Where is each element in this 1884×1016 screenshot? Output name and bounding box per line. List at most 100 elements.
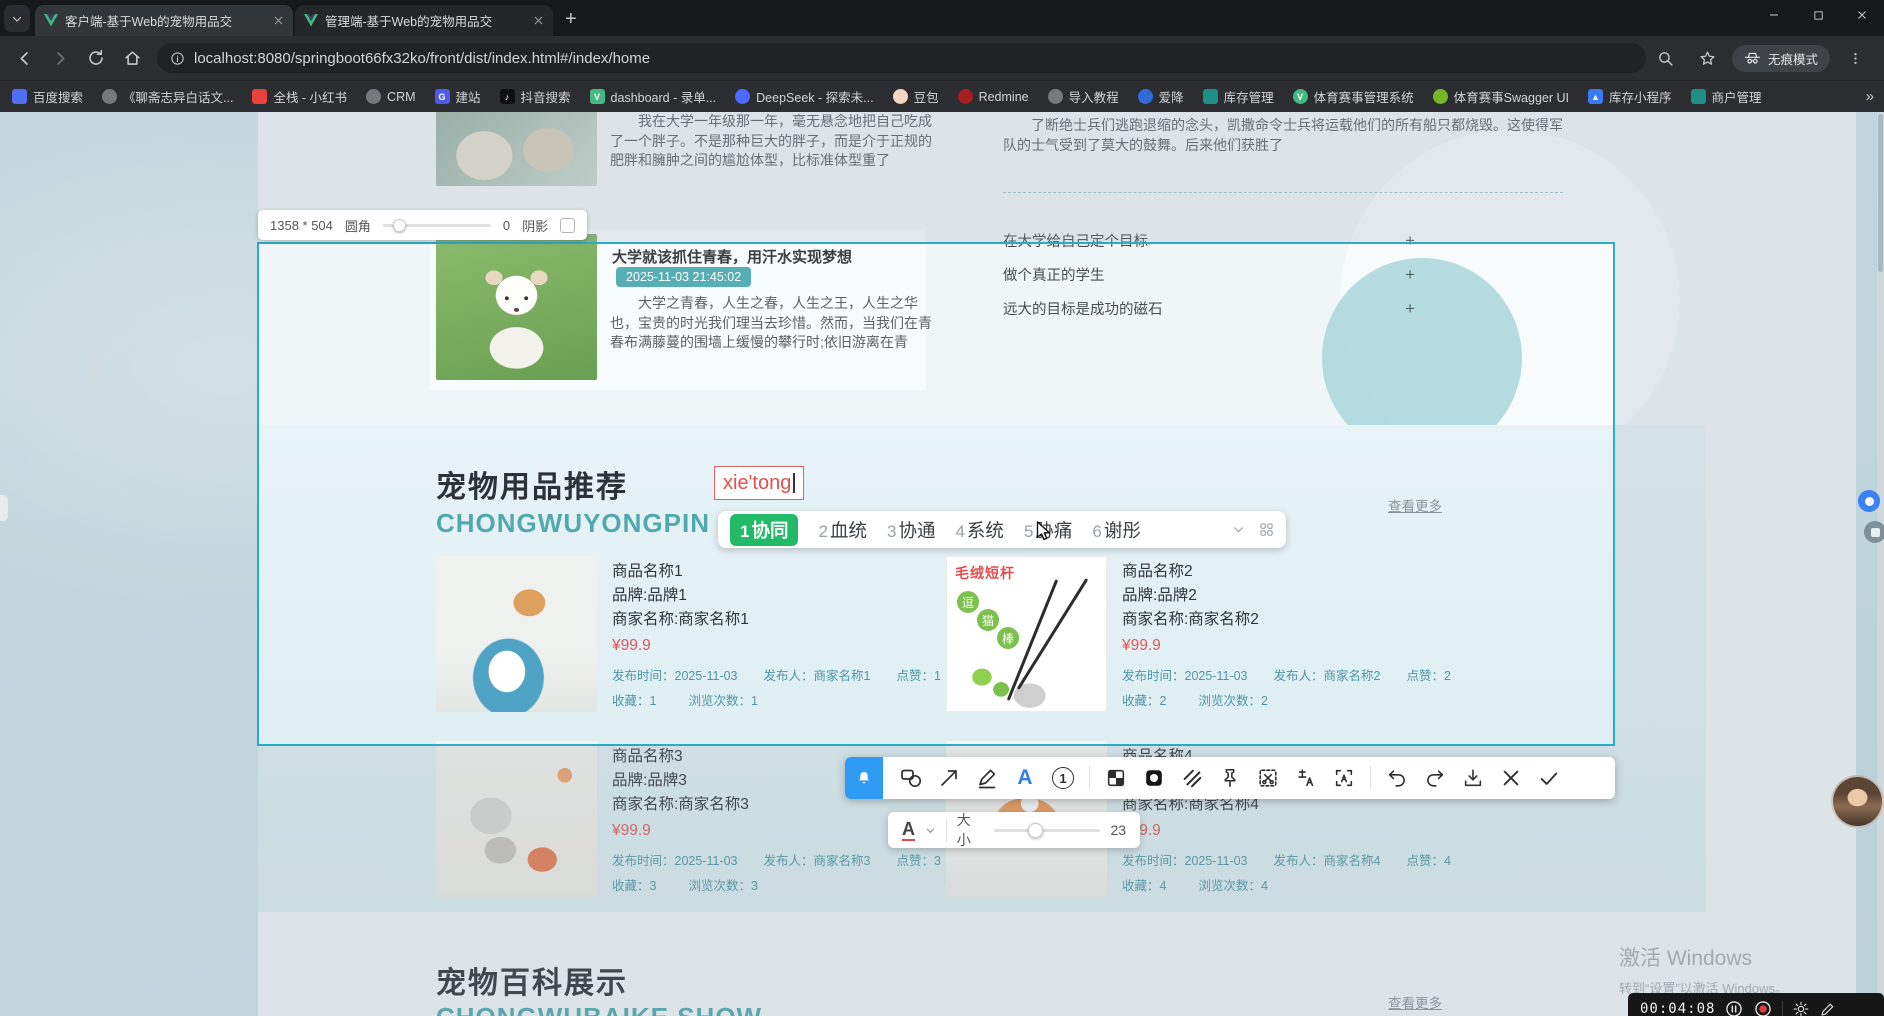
redo-button[interactable] [1423,766,1447,790]
product-image[interactable] [436,741,597,897]
bookmark-doubao[interactable]: 豆包 [892,87,939,106]
shadow-checkbox[interactable] [560,217,576,233]
bookmark-dashboard[interactable]: Vdashboard - 录单... [589,87,716,106]
hatch-tool-button[interactable] [1180,766,1204,790]
ime-candidate-6[interactable]: 6 谢彤 [1092,517,1140,543]
bookmark-sports-admin[interactable]: V 体育赛事管理系统 [1292,87,1414,106]
page-viewport: 我在大学一年级那一年，毫无悬念地把自己吃成了一个胖子。不是那种巨大的胖子，而是介… [0,112,1884,1016]
text-tool-button[interactable]: A [1013,766,1037,790]
blur-tool-button[interactable] [1142,766,1166,790]
search-icon[interactable] [1648,41,1682,75]
tab-close-icon[interactable] [273,15,284,26]
cancel-button[interactable] [1499,766,1523,790]
font-color-button[interactable]: A [902,819,915,841]
minimize-button[interactable] [1752,0,1796,30]
bookmark-baidu[interactable]: 百度搜索 [12,87,83,106]
baike-section-title: 宠物百科展示 [436,967,628,1000]
bookmark-miniprogram[interactable]: ▲ 库存小程序 [1587,87,1672,106]
bookmarks-overflow-chevron[interactable]: » [1866,88,1874,105]
arrow-tool-button[interactable] [937,766,961,790]
pencil-tool-button[interactable] [975,766,999,790]
bookmark-label: 抖音搜索 [520,91,571,105]
settings-icon[interactable] [1792,1000,1810,1016]
url-text[interactable]: localhost:8080/springboot66fx32ko/front/… [194,50,650,67]
download-button[interactable] [1461,766,1485,790]
inventory-icon [1202,89,1218,104]
mosaic-tool-button[interactable] [1104,766,1128,790]
tab-client[interactable]: 客户端-基于Web的宠物用品交 [35,5,293,36]
site-info-icon[interactable] [170,51,185,66]
bookmark-xiaohongshu[interactable]: 全栈 - 小红书 [252,87,347,106]
scrollbar-thumb[interactable] [1878,114,1883,272]
swagger-icon [1432,89,1448,104]
translate-tool-button[interactable] [1294,766,1318,790]
tab-search-button[interactable] [4,5,30,32]
radius-slider[interactable] [382,218,491,232]
record-icon[interactable] [1753,999,1773,1016]
confirm-button[interactable] [1537,766,1561,790]
browser-menu-icon[interactable] [1838,41,1872,75]
slider-thumb[interactable] [1028,822,1044,838]
back-button[interactable] [8,41,42,75]
widget-float-button[interactable] [1864,521,1884,543]
reload-button[interactable] [80,41,114,75]
cut-tool-button[interactable] [1256,766,1280,790]
windows-activation-watermark: 激活 Windows 转到“设置”以激活 Windows。 [1619,942,1788,997]
chevron-down-icon[interactable] [925,825,936,836]
undo-button[interactable] [1385,766,1409,790]
edit-icon[interactable] [1819,1000,1837,1016]
ime-grid-icon[interactable] [1259,522,1274,537]
bookmark-merchant[interactable]: 商户管理 [1690,87,1762,106]
pause-icon[interactable] [1724,999,1744,1016]
assistant-float-button[interactable] [1858,490,1880,512]
ime-candidate-3[interactable]: 3 协通 [887,517,935,543]
url-bar[interactable]: localhost:8080/springboot66fx32ko/front/… [157,43,1646,73]
ocr-tool-button[interactable] [1332,766,1356,790]
tab-admin[interactable]: 管理端-基于Web的宠物用品交 [295,5,553,36]
page-scrollbar[interactable] [1877,112,1884,1016]
vue-icon: V [589,89,605,104]
bookmark-douyin[interactable]: ♪ 抖音搜索 [499,87,571,106]
bookmark-star-icon[interactable] [1690,41,1724,75]
bookmark-kucun[interactable]: 库存管理 [1202,87,1274,106]
baike-more-link[interactable]: 查看更多 [1388,992,1442,1012]
bookmark-crm[interactable]: CRM [366,89,416,104]
ime-candidate-2[interactable]: 2 血统 [818,517,866,543]
ime-expand-chevron-icon[interactable] [1232,523,1245,536]
webcam-overlay[interactable] [1831,775,1884,828]
font-size-slider[interactable] [994,822,1101,838]
candidate-text: 协通 [898,519,936,541]
bookmark-redmine[interactable]: Redmine [957,89,1029,104]
edge-handle[interactable] [0,495,8,521]
bookmark-label: 建站 [455,91,481,105]
shapes-tool-button[interactable] [899,766,923,790]
incognito-badge[interactable]: 无痕模式 [1732,44,1831,72]
candidate-text: 系统 [966,519,1004,541]
tab-close-icon[interactable] [533,15,544,26]
pin-tool-button[interactable] [1218,766,1242,790]
bookmark-label: CRM [387,89,416,104]
ime-candidate-1[interactable]: 1 协同 [730,513,799,546]
watermark-line1: 激活 Windows [1619,947,1753,970]
bookmark-aijiang[interactable]: 爱降 [1137,87,1184,106]
home-button[interactable] [115,41,149,75]
bookmark-swagger[interactable]: 体育赛事Swagger UI [1432,87,1569,106]
bookmark-deepseek[interactable]: DeepSeek - 探索未... [735,87,874,106]
snip-selection-region[interactable] [257,242,1615,746]
slider-thumb[interactable] [392,218,406,232]
bell-tool-button[interactable] [845,757,883,799]
bookmark-liaozhai[interactable]: 《聊斋志异白话文... [102,87,233,106]
article-image-cats[interactable] [436,112,597,186]
close-window-button[interactable] [1840,0,1884,30]
vue-logo-icon [304,14,318,27]
forward-button[interactable] [44,41,78,75]
bookmark-jianzhan[interactable]: G 建站 [434,87,481,106]
ime-candidate-4[interactable]: 4 系统 [955,517,1003,543]
bookmark-label: 库存管理 [1223,91,1274,105]
bookmark-daoru[interactable]: 导入教程 [1047,87,1119,106]
maximize-button[interactable] [1796,0,1840,30]
counter-tool-button[interactable]: 1 [1051,766,1075,790]
candidate-number: 2 [818,521,828,541]
new-tab-button[interactable]: + [565,9,577,29]
toolbar-separator [1370,766,1371,790]
